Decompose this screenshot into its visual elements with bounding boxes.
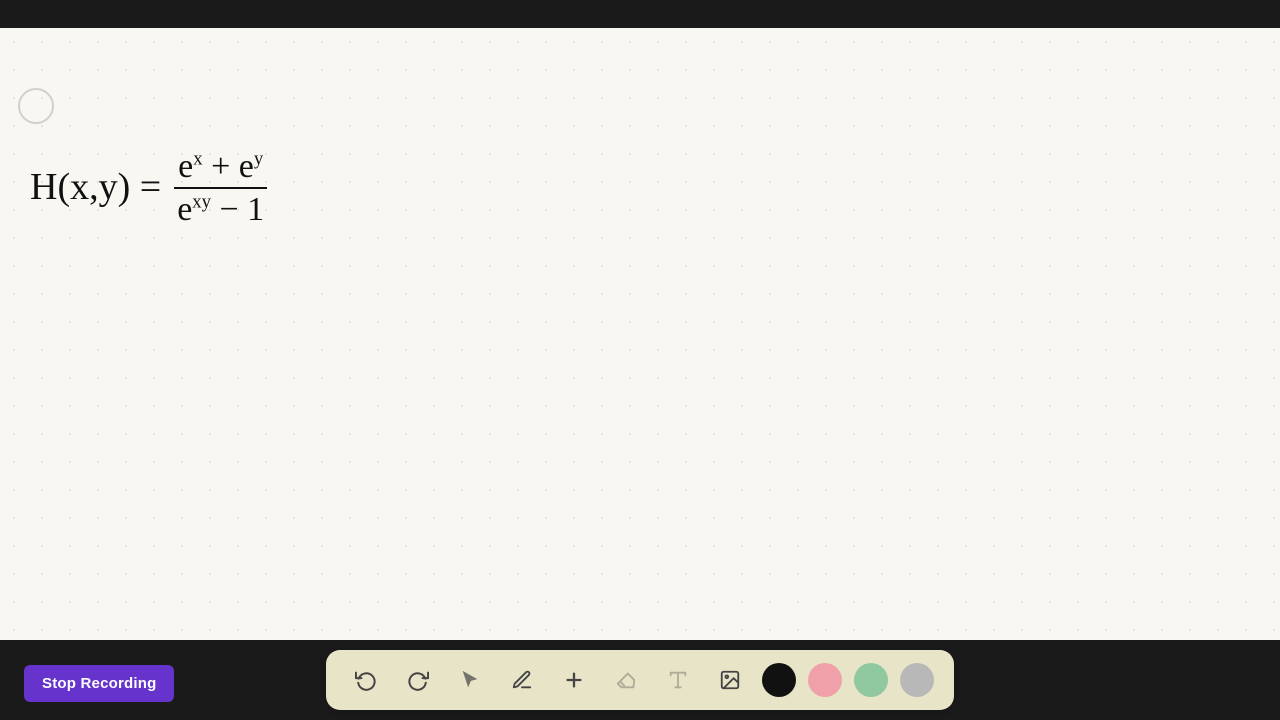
fraction-numerator: ex + ey [174,148,267,189]
color-pink-button[interactable] [808,663,842,697]
cursor-indicator [18,88,54,124]
image-button[interactable] [710,660,750,700]
top-bar [0,0,1280,28]
color-black-button[interactable] [762,663,796,697]
fraction-denominator: exy − 1 [173,189,268,228]
formula-fraction: ex + ey exy − 1 [173,148,268,229]
add-button[interactable] [554,660,594,700]
eraser-button[interactable] [606,660,646,700]
undo-button[interactable] [346,660,386,700]
color-gray-button[interactable] [900,663,934,697]
toolbar [326,650,954,710]
stop-recording-button[interactable]: Stop Recording [24,665,174,702]
screen: H(x,y) = ex + ey exy − 1 Stop Recording [0,0,1280,720]
color-green-button[interactable] [854,663,888,697]
formula-lhs: H(x,y) = [30,167,161,209]
math-formula: H(x,y) = ex + ey exy − 1 [30,148,272,229]
text-button[interactable] [658,660,698,700]
redo-button[interactable] [398,660,438,700]
pen-button[interactable] [502,660,542,700]
canvas-area[interactable]: H(x,y) = ex + ey exy − 1 [0,28,1280,640]
bottom-bar: Stop Recording [0,640,1280,720]
select-button[interactable] [450,660,490,700]
